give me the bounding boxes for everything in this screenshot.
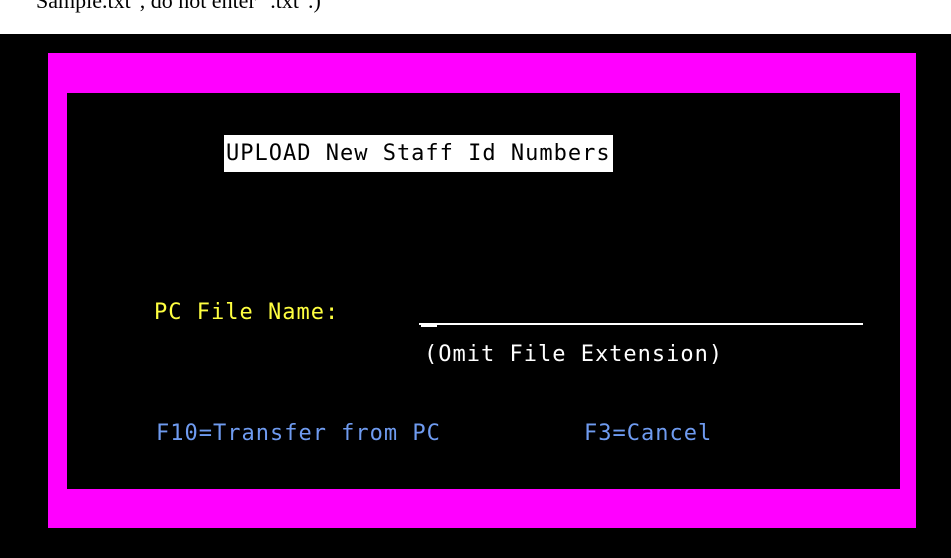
instruction-strip: Sample.txt", do not enter ".txt".)	[0, 0, 951, 34]
pc-file-name-label: PC File Name:	[154, 300, 340, 325]
file-extension-hint: (Omit File Extension)	[424, 342, 724, 367]
screen-title: UPLOAD New Staff Id Numbers	[224, 135, 613, 172]
text-cursor	[421, 325, 437, 327]
pc-file-name-input[interactable]	[419, 296, 863, 325]
transfer-from-pc-key[interactable]: F10=Transfer from PC	[156, 421, 441, 447]
instruction-text: Sample.txt", do not enter ".txt".)	[36, 0, 321, 13]
cancel-key[interactable]: F3=Cancel	[584, 421, 712, 447]
terminal-page: Sample.txt", do not enter ".txt".) UPLOA…	[0, 0, 951, 558]
